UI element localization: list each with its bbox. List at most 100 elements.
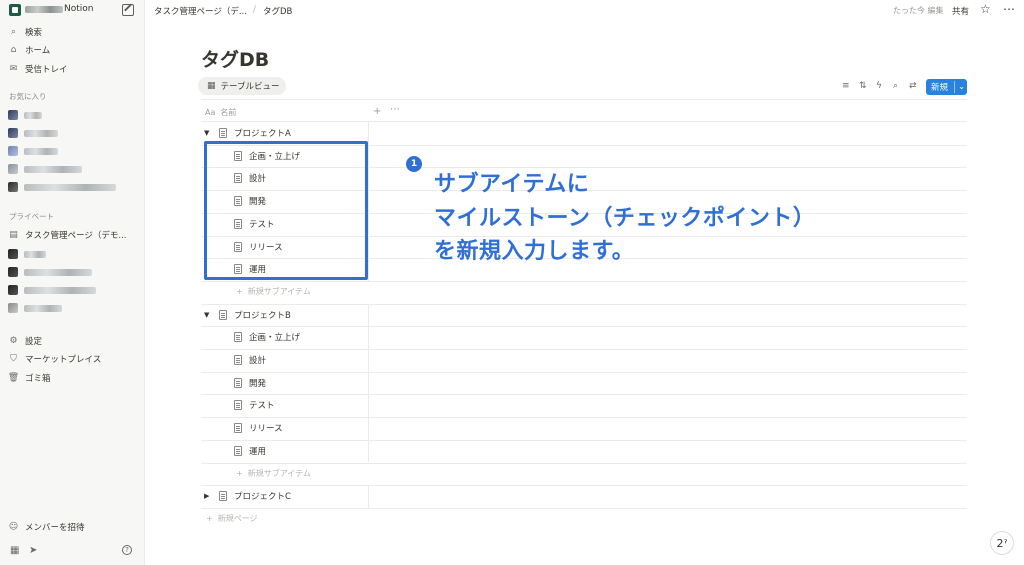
annotation-line: マイルストーン（チェックポイント） — [434, 206, 816, 231]
column-divider — [368, 394, 369, 418]
sidebar-favorite-item[interactable] — [8, 143, 58, 159]
sidebar-favorite-item[interactable] — [8, 161, 82, 177]
sidebar-favorite-item[interactable] — [8, 107, 42, 123]
sidebar-item-inbox[interactable]: ✉ 受信トレイ — [8, 61, 68, 77]
sidebar-private-item[interactable] — [8, 282, 96, 298]
column-divider — [368, 371, 369, 395]
table-row-subitem[interactable]: テスト — [234, 399, 275, 411]
step-badge: 1 — [406, 156, 422, 172]
search-icon[interactable]: ⌕ — [893, 81, 898, 91]
breadcrumb-separator: / — [253, 5, 256, 15]
column-divider — [368, 303, 369, 327]
more-icon[interactable]: ⋯ — [390, 104, 400, 115]
row-border — [201, 394, 967, 396]
home-icon: ⌂ — [10, 45, 17, 55]
table-row-subitem[interactable]: 設計 — [234, 354, 266, 366]
highlight-box — [204, 141, 368, 280]
workspace-name[interactable]: Notion — [64, 4, 93, 14]
table-row-group[interactable]: ▼ プロジェクトA — [204, 127, 291, 139]
table-row-subitem[interactable]: 開発 — [234, 377, 266, 389]
sidebar-item-trash[interactable]: 🗑 ゴミ箱 — [8, 370, 51, 386]
favorites-section-label: お気に入り — [9, 92, 47, 101]
help-icon[interactable]: ? — [122, 545, 132, 555]
row-border — [201, 507, 967, 509]
invite-members-button[interactable]: ☺ メンバーを招待 — [8, 519, 85, 535]
page-icon — [234, 400, 242, 411]
table-icon: ▦ — [207, 81, 216, 91]
sidebar-private-item[interactable] — [8, 264, 92, 280]
header-bottom-border — [201, 121, 967, 122]
sidebar-item-home[interactable]: ⌂ ホーム — [8, 42, 51, 58]
trash-icon: 🗑 — [7, 373, 20, 383]
sidebar-favorite-item[interactable] — [8, 125, 58, 141]
sidebar-item-marketplace[interactable]: ⛉ マーケットプレイス — [8, 351, 101, 367]
row-border — [201, 371, 967, 373]
new-subitem-row[interactable]: + 新規サブアイテム — [236, 468, 311, 479]
sidebar: Notion ⌕ 検索 ⌂ ホーム ✉ 受信トレイ お気に入り プライベート ▤… — [0, 0, 145, 565]
toggle-icon[interactable]: ▶ — [204, 492, 212, 500]
row-border — [201, 349, 967, 350]
table-top-border — [201, 99, 967, 100]
new-page-row[interactable]: + 新規ページ — [206, 513, 258, 524]
more-icon[interactable]: ⋯ — [1003, 2, 1015, 16]
new-button[interactable]: 新規 ⌄ — [926, 79, 967, 95]
workspace-name-blurred — [25, 6, 63, 13]
column-divider — [368, 235, 369, 259]
page-title[interactable]: タグDB — [201, 45, 269, 72]
toggle-icon[interactable]: ▼ — [204, 129, 212, 137]
table-row-subitem[interactable]: 運用 — [234, 445, 266, 457]
share-button[interactable]: 共有 — [952, 5, 969, 17]
page-icon — [234, 355, 242, 365]
annotation-line: を新規入力します。 — [434, 239, 635, 264]
star-icon[interactable]: ☆ — [980, 2, 991, 16]
plus-icon: + — [236, 468, 243, 478]
sidebar-private-item[interactable] — [8, 246, 46, 262]
settings-sliders-icon[interactable]: ⇄ — [909, 81, 917, 91]
page-icon: ▤ — [9, 230, 18, 240]
breadcrumb-item[interactable]: タスク管理ページ（デ... — [154, 5, 247, 17]
filter-icon[interactable]: ≡ — [842, 81, 850, 91]
automation-icon[interactable]: ϟ — [876, 81, 882, 91]
column-divider — [368, 258, 369, 281]
sidebar-item-search[interactable]: ⌕ 検索 — [8, 24, 42, 40]
table-row-subitem[interactable]: 企画・立上げ — [234, 331, 300, 343]
column-divider — [368, 439, 369, 463]
workspace-logo[interactable] — [9, 4, 21, 16]
new-subitem-row[interactable]: + 新規サブアイテム — [236, 286, 311, 297]
chevron-down-icon[interactable]: ⌄ — [955, 82, 965, 92]
page-icon — [234, 332, 242, 343]
toggle-icon[interactable]: ▼ — [204, 311, 212, 319]
send-icon[interactable]: ➤ — [29, 545, 37, 556]
column-divider — [368, 326, 369, 349]
column-divider — [368, 122, 369, 145]
sort-icon[interactable]: ⇅ — [859, 81, 867, 91]
last-edited-text: たった今 編集 — [893, 6, 944, 15]
annotation-line: サブアイテムに — [434, 172, 590, 197]
column-divider — [368, 485, 369, 508]
calendar-icon[interactable]: ▦ — [10, 545, 19, 556]
table-row-subitem[interactable]: リリース — [234, 422, 283, 434]
column-divider — [368, 349, 369, 372]
page-icon — [234, 423, 242, 434]
sidebar-private-item[interactable] — [8, 300, 62, 316]
column-header-name[interactable]: Aa 名前 — [205, 107, 236, 118]
new-page-icon[interactable] — [122, 4, 134, 16]
column-divider — [368, 167, 369, 191]
tab-table-view[interactable]: ▦ テーブルビュー — [198, 77, 286, 95]
row-border — [201, 280, 967, 282]
row-border — [201, 485, 967, 487]
sidebar-item-settings[interactable]: ⚙ 設定 — [8, 333, 42, 349]
add-column-icon[interactable]: + — [373, 106, 381, 117]
sidebar-item-task-page[interactable]: ▤ タスク管理ページ（デモ... — [8, 227, 126, 243]
table-row-group[interactable]: ▼ プロジェクトB — [204, 309, 291, 321]
breadcrumb-item[interactable]: タグDB — [263, 5, 292, 17]
table-row-group[interactable]: ▶ プロジェクトC — [204, 490, 291, 502]
notion-ai-help-button[interactable]: 2ˀ — [990, 531, 1014, 555]
sidebar-favorite-item[interactable] — [8, 179, 116, 195]
row-border — [201, 326, 967, 328]
column-divider — [368, 144, 369, 168]
page-icon — [234, 377, 242, 388]
add-user-icon: ☺ — [8, 522, 19, 532]
page-icon — [219, 491, 227, 502]
column-divider — [368, 212, 369, 236]
